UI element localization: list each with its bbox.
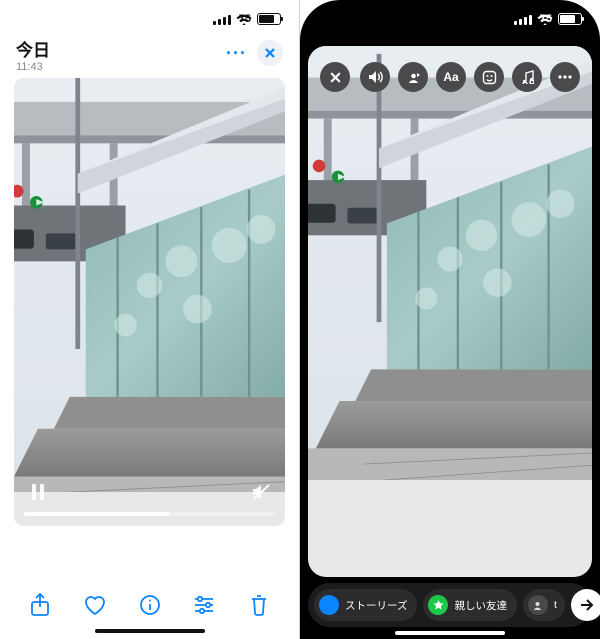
sticker-tool[interactable] — [474, 62, 504, 92]
header-timestamp: 11:43 — [16, 61, 50, 73]
info-button[interactable] — [134, 589, 166, 621]
editor-toolbar: Aa — [360, 62, 580, 92]
send-button[interactable] — [571, 589, 600, 621]
more-button[interactable]: ··· — [226, 43, 247, 64]
close-friends-chip[interactable]: 親しい友達 — [423, 589, 517, 621]
chip-label: t — [554, 599, 557, 611]
mention-tool[interactable] — [398, 62, 428, 92]
share-bar: ストーリーズ 親しい友達 t — [308, 583, 592, 627]
mute-button[interactable] — [247, 478, 275, 506]
story-editor-screen: 75 Aa ストーリーズ — [300, 0, 600, 639]
chip-label: 親しい友達 — [454, 598, 507, 613]
home-indicator[interactable] — [395, 631, 505, 635]
header-title: 今日 — [16, 36, 50, 61]
text-tool[interactable]: Aa — [436, 62, 466, 92]
home-indicator[interactable] — [95, 629, 205, 633]
your-story-chip[interactable]: ストーリーズ — [314, 589, 417, 621]
pause-button[interactable] — [24, 478, 52, 506]
favorite-button[interactable] — [79, 589, 111, 621]
battery-indicator: 75 — [257, 13, 281, 25]
photos-app-screen: 75 今日 11:43 ··· — [0, 0, 300, 639]
status-bar: 75 — [0, 0, 299, 32]
additional-audience-chip[interactable]: t — [523, 589, 565, 621]
music-tool[interactable] — [512, 62, 542, 92]
progress-bar[interactable] — [24, 512, 275, 516]
photos-header: 今日 11:43 ··· — [0, 30, 299, 79]
audio-tool[interactable] — [360, 62, 390, 92]
more-tool[interactable] — [550, 62, 580, 92]
adjust-button[interactable] — [188, 589, 220, 621]
bottom-toolbar — [0, 589, 299, 621]
delete-button[interactable] — [243, 589, 275, 621]
battery-indicator: 75 — [558, 13, 582, 25]
close-button[interactable] — [257, 40, 283, 66]
status-bar: 75 — [300, 0, 600, 32]
close-button[interactable] — [320, 62, 350, 92]
chip-label: ストーリーズ — [345, 598, 407, 613]
story-canvas[interactable] — [308, 46, 592, 577]
media-viewport[interactable] — [14, 78, 285, 526]
share-button[interactable] — [24, 589, 56, 621]
